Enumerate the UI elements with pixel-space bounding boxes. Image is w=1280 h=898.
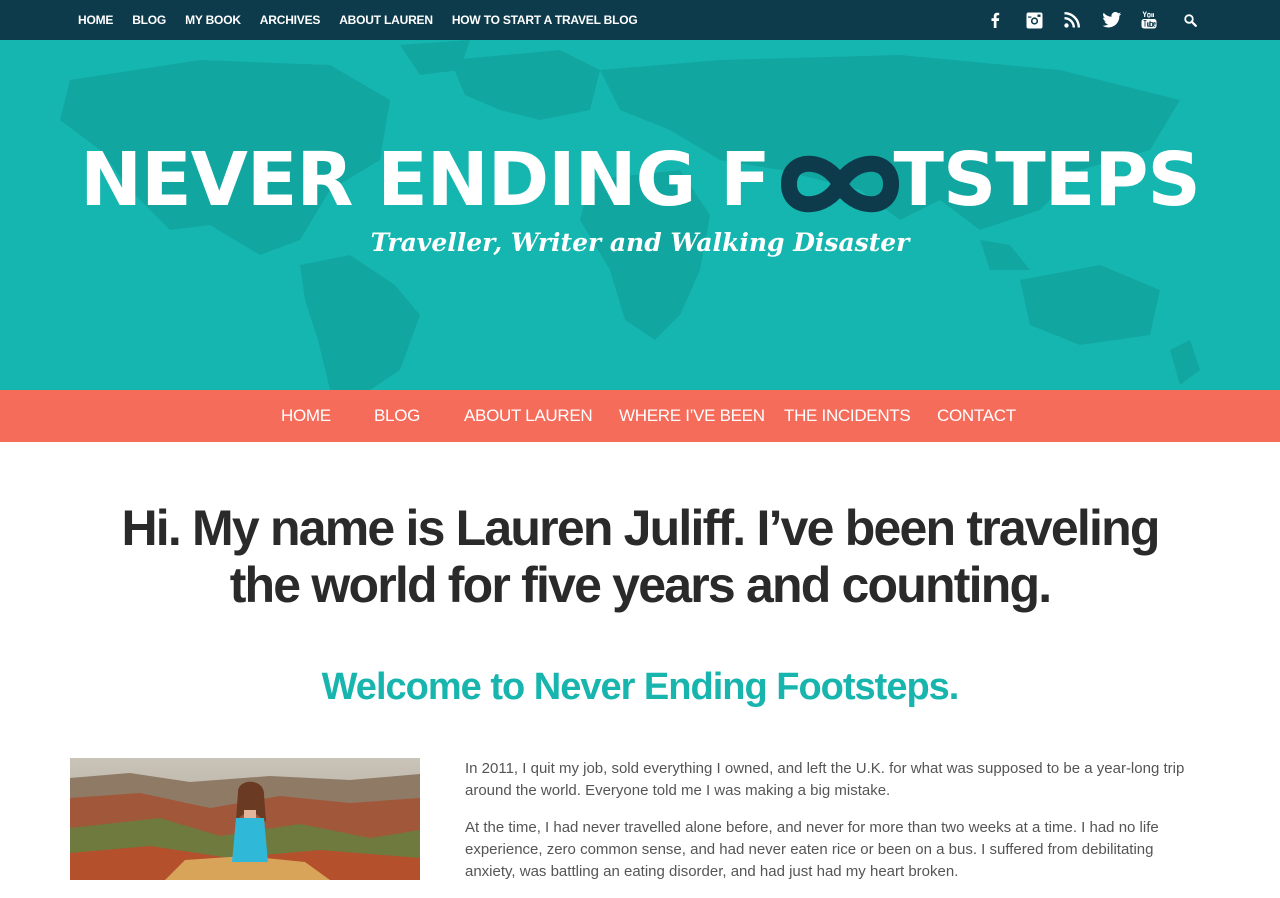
hero-banner: NEVER ENDING FOOTSTEPS Traveller, Writer…	[0, 40, 1280, 390]
top-nav-archives[interactable]: ARCHIVES	[260, 13, 321, 27]
main-nav-blog[interactable]: BLOG	[374, 390, 420, 442]
instagram-icon[interactable]	[1022, 0, 1046, 40]
facebook-icon[interactable]	[983, 0, 1007, 40]
intro-paragraph-1: In 2011, I quit my job, sold everything …	[465, 760, 1185, 799]
top-nav-start-travel-blog[interactable]: HOW TO START A TRAVEL BLOG	[452, 13, 638, 27]
youtube-icon[interactable]	[1137, 0, 1161, 40]
top-nav-my-book[interactable]: MY BOOK	[185, 13, 241, 27]
site-title-text[interactable]: NEVER ENDING FOOTSTEPS	[80, 140, 1201, 220]
welcome-heading: Welcome to Never Ending Footsteps.	[321, 666, 960, 708]
search-icon[interactable]	[1178, 0, 1202, 40]
top-nav-about-lauren[interactable]: ABOUT LAUREN	[339, 13, 433, 27]
intro-paragraph-2: At the time, I had never travelled alone…	[465, 819, 1159, 880]
main-nav-about-lauren[interactable]: ABOUT LAUREN	[464, 390, 593, 442]
lauren-canyon-photo	[70, 758, 420, 880]
main-nav: HOME BLOG ABOUT LAUREN WHERE I’VE BEEN T…	[0, 390, 1280, 442]
top-nav-blog[interactable]: BLOG	[132, 13, 166, 27]
page-headline: Hi. My name is Lauren Juliff. I’ve been …	[121, 500, 1160, 613]
intro-text: In 2011, I quit my job, sold everything …	[465, 758, 1205, 898]
top-bar: HOME BLOG MY BOOK ARCHIVES ABOUT LAUREN …	[0, 0, 1280, 40]
rss-icon[interactable]	[1060, 0, 1084, 40]
main-nav-home[interactable]: HOME	[281, 390, 331, 442]
top-nav-home[interactable]: HOME	[78, 13, 113, 27]
top-nav: HOME BLOG MY BOOK ARCHIVES ABOUT LAUREN …	[78, 0, 657, 40]
main-nav-where-ive-been[interactable]: WHERE I’VE BEEN	[619, 390, 765, 442]
main-nav-contact[interactable]: CONTACT	[937, 390, 1016, 442]
main-nav-the-incidents[interactable]: THE INCIDENTS	[784, 390, 911, 442]
site-tagline: Traveller, Writer and Walking Disaster	[370, 228, 910, 257]
infinity-logo-icon	[781, 155, 899, 213]
site-title[interactable]: NEVER ENDING FOOTSTEPS	[0, 140, 1280, 220]
twitter-icon[interactable]	[1100, 0, 1124, 40]
